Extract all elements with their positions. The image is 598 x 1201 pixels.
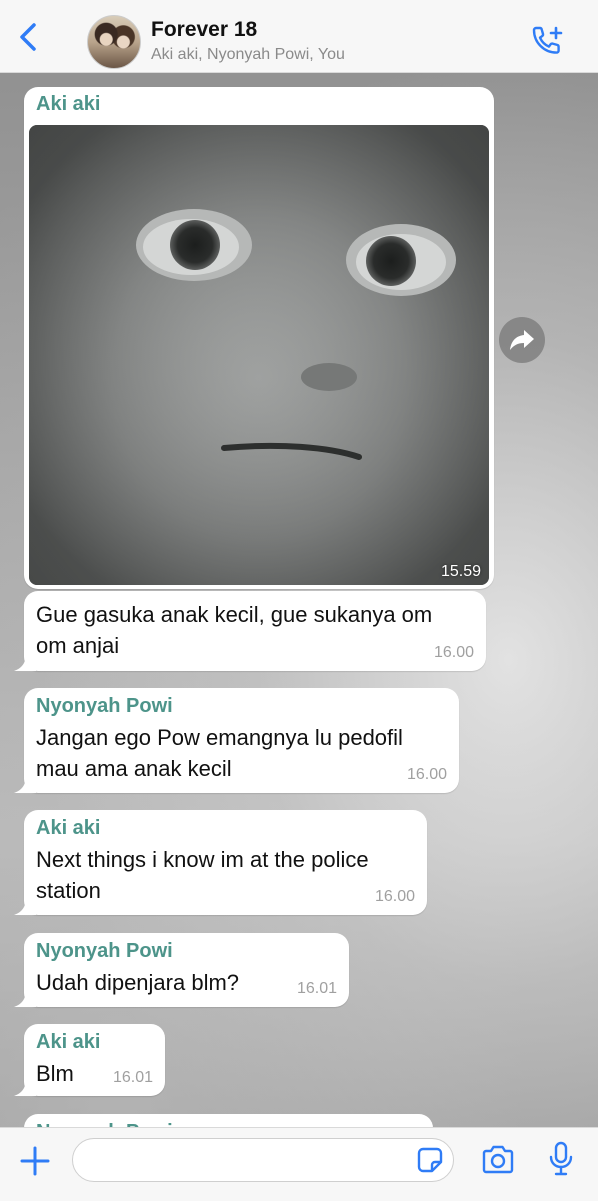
bubble-tail — [14, 775, 36, 793]
message-bubble[interactable]: Nyonyah Powi Jangan ego Pow emangnya lu … — [14, 688, 459, 793]
composer-bar — [0, 1127, 598, 1201]
message-time: 16.01 — [112, 1069, 153, 1086]
message-bubble[interactable]: Nyonyah Powi Udah dipenjara blm? 16.01 — [14, 933, 349, 1007]
chat-header: Forever 18 Aki aki, Nyonyah Powi, You — [0, 0, 598, 73]
message-text-line: mau ama anak kecil — [36, 756, 232, 781]
message-text-line: Udah dipenjara blm? — [36, 970, 240, 995]
message-text-line: station — [36, 878, 101, 903]
sticker-icon[interactable] — [417, 1147, 443, 1173]
plus-icon[interactable] — [18, 1144, 52, 1178]
message-bubble[interactable]: Aki aki Blm 16.01 — [14, 1024, 165, 1096]
message-time: 15.59 — [440, 563, 481, 580]
message-sender: Nyonyah Powi — [36, 940, 173, 962]
shared-photo[interactable]: 15.59 — [29, 125, 489, 585]
message-time: 16.00 — [406, 766, 447, 783]
message-bubble[interactable]: Gue gasuka anak kecil, gue sukanya om om… — [14, 591, 486, 671]
message-bubble[interactable]: Aki aki Next things i know im at the pol… — [14, 810, 427, 915]
bubble-tail — [14, 989, 36, 1007]
message-sender: Aki aki — [36, 817, 101, 839]
microphone-icon[interactable] — [546, 1140, 576, 1178]
message-text-line: Next things i know im at the police — [36, 847, 369, 872]
message-sender: Nyonyah Powi — [36, 695, 173, 717]
camera-icon[interactable] — [480, 1144, 516, 1176]
message-sender: Aki aki — [36, 93, 101, 115]
message-text-line: om anjai — [36, 633, 120, 658]
message-time: 16.01 — [296, 980, 337, 997]
chat-title[interactable]: Forever 18 — [151, 18, 257, 42]
group-avatar[interactable] — [87, 15, 141, 69]
message-image-bubble[interactable]: Aki aki 15.59 — [24, 87, 494, 589]
message-input-container[interactable] — [72, 1138, 454, 1182]
forward-arrow-icon — [510, 330, 534, 350]
message-text-line: Jangan ego Pow emangnya lu pedofil — [36, 725, 403, 750]
phone-plus-icon[interactable] — [528, 24, 566, 58]
message-time: 16.00 — [374, 888, 415, 905]
chevron-left-icon[interactable] — [14, 22, 42, 52]
message-text-line: Blm — [36, 1061, 74, 1086]
message-text-line: Gue gasuka anak kecil, gue sukanya om — [36, 602, 433, 627]
chat-participants[interactable]: Aki aki, Nyonyah Powi, You — [151, 46, 345, 64]
message-input[interactable] — [87, 1147, 411, 1175]
message-time: 16.00 — [433, 644, 474, 661]
face-meme-image — [29, 125, 489, 585]
bubble-tail — [14, 653, 36, 671]
bubble-tail — [14, 1078, 36, 1096]
bubble-tail — [14, 897, 36, 915]
forward-button[interactable] — [499, 317, 545, 363]
message-sender: Aki aki — [36, 1031, 101, 1053]
